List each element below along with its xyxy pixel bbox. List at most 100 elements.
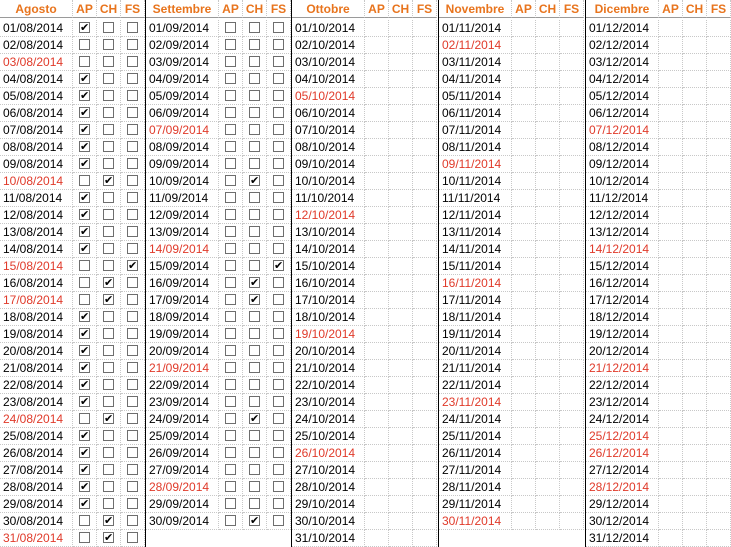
date-cell[interactable]: 01/10/2014 [292,20,365,37]
checkbox-fs[interactable] [127,209,138,220]
checkbox-ch[interactable] [249,396,260,407]
date-cell[interactable]: 18/11/2014 [439,309,512,326]
checkbox-ap[interactable] [225,39,236,50]
date-cell[interactable]: 03/12/2014 [586,54,659,71]
checkbox-fs[interactable] [273,328,284,339]
date-cell[interactable]: 13/10/2014 [292,224,365,241]
checkbox-ap[interactable]: ✔ [79,243,90,254]
date-cell[interactable]: 02/12/2014 [586,37,659,54]
checkbox-fs[interactable] [273,396,284,407]
date-cell[interactable]: 30/09/2014 [146,513,219,530]
checkbox-ap[interactable] [225,515,236,526]
date-cell[interactable]: 02/09/2014 [146,37,219,54]
checkbox-ch[interactable]: ✔ [103,515,114,526]
date-cell[interactable]: 09/08/2014 [0,156,73,173]
checkbox-ap[interactable] [79,39,90,50]
checkbox-ch[interactable]: ✔ [103,277,114,288]
date-cell[interactable]: 18/09/2014 [146,309,219,326]
date-cell[interactable]: 25/09/2014 [146,428,219,445]
checkbox-ap[interactable]: ✔ [79,345,90,356]
date-cell[interactable]: 30/11/2014 [439,513,512,530]
checkbox-ap[interactable] [225,379,236,390]
checkbox-ch[interactable]: ✔ [103,175,114,186]
checkbox-fs[interactable] [273,430,284,441]
checkbox-ch[interactable] [249,311,260,322]
checkbox-ch[interactable] [249,464,260,475]
checkbox-ch[interactable]: ✔ [249,515,260,526]
checkbox-fs[interactable]: ✔ [273,260,284,271]
checkbox-ap[interactable] [225,158,236,169]
date-cell[interactable]: 04/12/2014 [586,71,659,88]
date-cell[interactable]: 23/11/2014 [439,394,512,411]
checkbox-ap[interactable] [225,209,236,220]
checkbox-ch[interactable] [103,464,114,475]
checkbox-ch[interactable] [249,243,260,254]
checkbox-fs[interactable] [273,141,284,152]
checkbox-fs[interactable] [273,73,284,84]
checkbox-ch[interactable]: ✔ [249,413,260,424]
checkbox-ap[interactable]: ✔ [79,362,90,373]
checkbox-ap[interactable] [79,277,90,288]
checkbox-fs[interactable] [273,124,284,135]
date-cell[interactable]: 05/11/2014 [439,88,512,105]
date-cell[interactable]: 20/12/2014 [586,343,659,360]
date-cell[interactable]: 16/10/2014 [292,275,365,292]
date-cell[interactable]: 11/08/2014 [0,190,73,207]
checkbox-ap[interactable] [225,56,236,67]
checkbox-ap[interactable] [225,328,236,339]
date-cell[interactable]: 09/11/2014 [439,156,512,173]
checkbox-fs[interactable] [127,345,138,356]
checkbox-ch[interactable] [103,39,114,50]
date-cell[interactable]: 14/11/2014 [439,241,512,258]
checkbox-ch[interactable] [103,345,114,356]
checkbox-ch[interactable] [249,107,260,118]
checkbox-fs[interactable] [127,362,138,373]
date-cell[interactable]: 30/08/2014 [0,513,73,530]
checkbox-ap[interactable] [79,175,90,186]
checkbox-ap[interactable]: ✔ [79,141,90,152]
checkbox-ch[interactable] [249,141,260,152]
checkbox-ap[interactable]: ✔ [79,158,90,169]
checkbox-fs[interactable] [273,294,284,305]
checkbox-fs[interactable] [273,464,284,475]
date-cell[interactable]: 07/08/2014 [0,122,73,139]
checkbox-ch[interactable] [249,345,260,356]
date-cell[interactable]: 27/11/2014 [439,462,512,479]
date-cell[interactable]: 08/08/2014 [0,139,73,156]
checkbox-ap[interactable] [225,243,236,254]
date-cell[interactable]: 03/08/2014 [0,54,73,71]
checkbox-ap[interactable]: ✔ [79,328,90,339]
checkbox-ch[interactable]: ✔ [103,532,114,543]
date-cell[interactable]: 17/10/2014 [292,292,365,309]
checkbox-ap[interactable] [225,124,236,135]
checkbox-fs[interactable] [273,413,284,424]
checkbox-ap[interactable]: ✔ [79,481,90,492]
date-cell[interactable]: 13/11/2014 [439,224,512,241]
checkbox-fs[interactable] [273,362,284,373]
checkbox-ap[interactable]: ✔ [79,226,90,237]
checkbox-ap[interactable]: ✔ [79,311,90,322]
date-cell[interactable]: 10/08/2014 [0,173,73,190]
checkbox-fs[interactable] [127,158,138,169]
date-cell[interactable]: 14/12/2014 [586,241,659,258]
date-cell[interactable]: 18/10/2014 [292,309,365,326]
checkbox-ch[interactable] [249,90,260,101]
date-cell[interactable]: 24/09/2014 [146,411,219,428]
checkbox-ch[interactable] [249,260,260,271]
checkbox-fs[interactable] [273,498,284,509]
checkbox-ap[interactable]: ✔ [79,379,90,390]
checkbox-fs[interactable] [273,311,284,322]
date-cell[interactable]: 19/09/2014 [146,326,219,343]
date-cell[interactable]: 10/10/2014 [292,173,365,190]
checkbox-ap[interactable] [79,260,90,271]
date-cell[interactable]: 09/12/2014 [586,156,659,173]
date-cell[interactable]: 08/12/2014 [586,139,659,156]
date-cell[interactable]: 22/11/2014 [439,377,512,394]
date-cell[interactable]: 16/08/2014 [0,275,73,292]
date-cell[interactable]: 05/12/2014 [586,88,659,105]
date-cell[interactable]: 20/11/2014 [439,343,512,360]
date-cell[interactable]: 07/11/2014 [439,122,512,139]
checkbox-ap[interactable] [79,56,90,67]
date-cell[interactable]: 04/10/2014 [292,71,365,88]
date-cell[interactable]: 27/08/2014 [0,462,73,479]
